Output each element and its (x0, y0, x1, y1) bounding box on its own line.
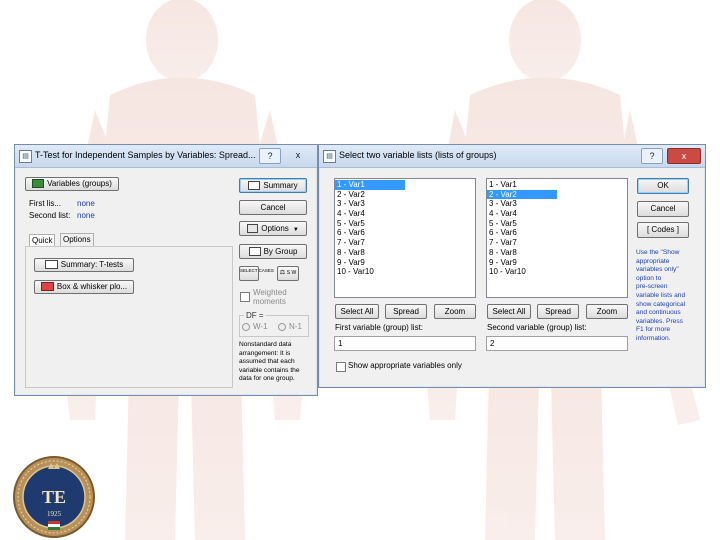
summary-ttests-label: Summary: T-tests (60, 260, 124, 269)
help-button[interactable]: ? (641, 148, 663, 164)
variables-button-label: Variables (groups) (47, 179, 112, 188)
box-whisker-label: Box & whisker plo... (56, 282, 128, 291)
options-icon (247, 224, 259, 234)
ok-button[interactable]: OK (637, 178, 689, 194)
second-list-item[interactable]: 9 - Var9 (487, 258, 627, 268)
table-icon (44, 260, 58, 270)
first-list-item[interactable]: 7 - Var7 (335, 238, 475, 248)
df-label: DF = (244, 311, 266, 320)
flag-green (48, 527, 60, 530)
first-list-value: none (77, 199, 95, 208)
cancel-button[interactable]: Cancel (637, 201, 689, 217)
close-icon[interactable]: x (287, 148, 309, 162)
weight-icon: ⚖ (279, 270, 286, 276)
second-list-label: Second list: (29, 211, 71, 220)
df-radio-w1[interactable] (242, 323, 250, 331)
summary-button-label: Summary (263, 181, 298, 190)
weight-button[interactable]: ⚖ S W (277, 266, 299, 281)
second-list-item[interactable]: 5 - Var5 (487, 219, 627, 229)
variables-button[interactable]: Variables (groups) (25, 177, 119, 191)
select-lists-titlebar[interactable]: ▤ Select two variable lists (lists of gr… (319, 145, 705, 168)
first-list-item[interactable]: 8 - Var8 (335, 248, 475, 258)
second-list-item[interactable]: 2 - Var2 (487, 189, 557, 200)
show-appropriate-label: Show appropriate variables only (348, 361, 462, 370)
df-radio-n1[interactable] (278, 323, 286, 331)
df-option-n1: N-1 (289, 322, 302, 331)
show-appropriate-checkbox[interactable] (336, 362, 346, 372)
second-list-item[interactable]: 4 - Var4 (487, 209, 627, 219)
spread-button-2[interactable]: Spread (537, 304, 579, 319)
nonstandard-note: Nonstandard data arrangement: It is assu… (239, 341, 300, 383)
app-icon: ▤ (323, 150, 336, 163)
first-list-item[interactable]: 9 - Var9 (335, 258, 475, 268)
df-option-w1: W-1 (253, 322, 268, 331)
select-lists-dialog: ▤ Select two variable lists (lists of gr… (318, 144, 706, 388)
by-group-icon (248, 247, 261, 257)
first-list-item[interactable]: 5 - Var5 (335, 219, 475, 229)
help-button[interactable]: ? (259, 148, 281, 164)
summary-icon (248, 181, 261, 191)
zoom-button-2[interactable]: Zoom (586, 304, 628, 319)
weight-label: S W (286, 270, 297, 276)
second-list-item[interactable]: 10 - Var10 (487, 267, 627, 277)
first-list-item[interactable]: 1 - Var1 (335, 180, 405, 190)
ttest-titlebar[interactable]: ▤ T-Test for Independent Samples by Vari… (15, 145, 317, 168)
first-list-field-label: First variable (group) list: (335, 323, 424, 332)
codes-button[interactable]: [ Codes ] (637, 222, 689, 238)
by-group-button[interactable]: By Group (239, 244, 307, 259)
first-list-item[interactable]: 6 - Var6 (335, 228, 475, 238)
box-plot-icon (40, 282, 54, 292)
second-list-item[interactable]: 8 - Var8 (487, 248, 627, 258)
summary-button[interactable]: Summary (239, 178, 307, 193)
seal-year: 1925 (47, 510, 62, 518)
summary-ttests-button[interactable]: Summary: T-tests (34, 258, 134, 272)
cancel-button[interactable]: Cancel (239, 200, 307, 215)
first-list-label: First lis... (29, 199, 61, 208)
first-list-item[interactable]: 10 - Var10 (335, 267, 475, 277)
by-group-label: By Group (263, 247, 298, 256)
box-whisker-button[interactable]: Box & whisker plo... (34, 280, 134, 294)
help-text: Use the "Show appropriate variables only… (636, 249, 686, 342)
weighted-moments-label: Weighted moments (253, 288, 287, 306)
select-all-button-2[interactable]: Select All (487, 304, 531, 319)
zoom-button-1[interactable]: Zoom (434, 304, 476, 319)
flag-white (48, 524, 60, 527)
second-list-field[interactable]: 2 (486, 336, 628, 351)
select-all-button-1[interactable]: Select All (335, 304, 379, 319)
second-list-item[interactable]: 1 - Var1 (487, 180, 627, 190)
variables-icon (32, 179, 45, 189)
second-list-field-label: Second variable (group) list: (487, 323, 587, 332)
second-list-item[interactable]: 6 - Var6 (487, 228, 627, 238)
second-list-value: none (77, 211, 95, 220)
second-list-item[interactable]: 7 - Var7 (487, 238, 627, 248)
chevron-down-icon: ▼ (292, 227, 299, 233)
ttest-dialog: ▤ T-Test for Independent Samples by Vari… (14, 144, 318, 396)
options-button[interactable]: Options ▼ (239, 221, 307, 236)
select-cases-button[interactable]: SELECT CASES (239, 266, 274, 281)
second-variable-list[interactable]: 1 - Var1 2 - Var2 3 - Var3 4 - Var4 5 - Var5… (486, 178, 628, 298)
ttest-title: T-Test for Independent Samples by Variab… (35, 150, 256, 160)
first-list-item[interactable]: 2 - Var2 (335, 190, 475, 200)
select-lists-title: Select two variable lists (lists of grou… (339, 150, 497, 160)
first-list-item[interactable]: 4 - Var4 (335, 209, 475, 219)
options-button-label: Options (261, 224, 289, 233)
first-list-item[interactable]: 3 - Var3 (335, 199, 475, 209)
spread-button-1[interactable]: Spread (385, 304, 427, 319)
university-seal: TE 1925 (13, 456, 95, 538)
second-list-item[interactable]: 3 - Var3 (487, 199, 627, 209)
tab-options[interactable]: Options (60, 233, 94, 246)
seal-initials: TE (42, 487, 66, 507)
close-icon[interactable]: x (667, 148, 701, 164)
select-cases-label: SELECT CASES (240, 268, 274, 273)
weighted-moments-checkbox[interactable] (240, 292, 250, 302)
app-icon: ▤ (19, 150, 32, 163)
first-list-field[interactable]: 1 (334, 336, 476, 351)
first-variable-list[interactable]: 1 - Var1 2 - Var2 3 - Var3 4 - Var4 5 - Var5… (334, 178, 476, 298)
flag-red (48, 521, 60, 524)
